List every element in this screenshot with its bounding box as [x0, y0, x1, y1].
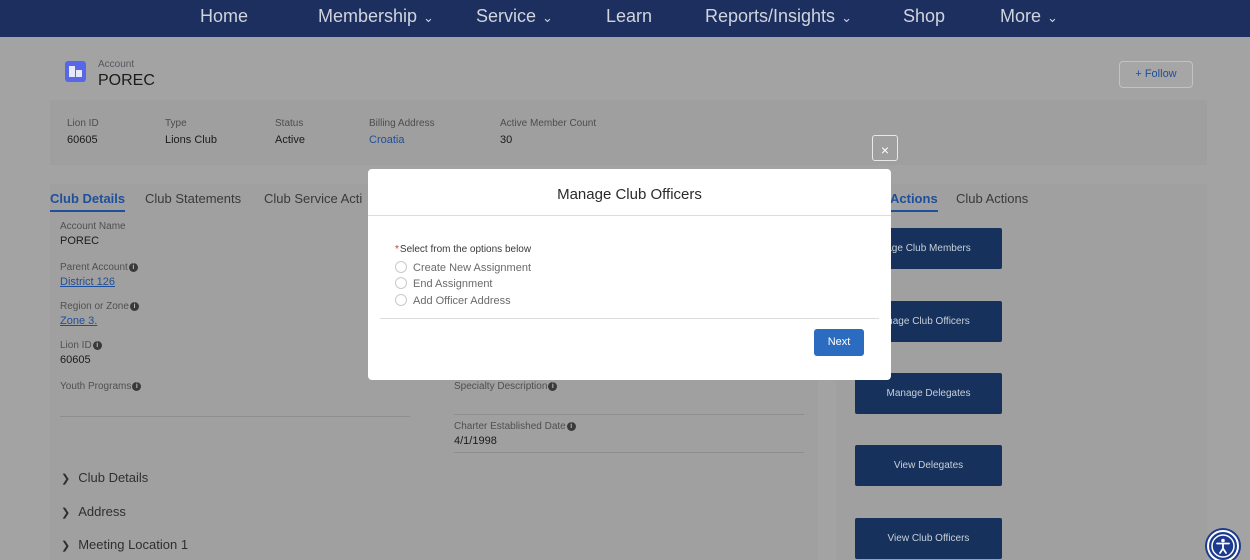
chevron-right-icon: ❯ [61, 473, 71, 485]
highlight-type: Type Lions Club [165, 118, 217, 146]
radio-button[interactable] [395, 277, 407, 289]
tab-club-actions[interactable]: Club Actions [956, 191, 1028, 206]
required-asterisk: * [395, 244, 399, 255]
nav-membership[interactable]: Membership ⌄ [318, 6, 434, 27]
section-address[interactable]: ❯ Address [61, 504, 126, 519]
section-meeting-location-1[interactable]: ❯ Meeting Location 1 [61, 537, 188, 552]
region-zone-link[interactable]: Zone 3. [60, 315, 420, 327]
field-parent-account: Parent Account i District 126 [60, 262, 420, 288]
field-specialty-description: Specialty Description i [454, 381, 804, 415]
tab-club-details[interactable]: Club Details [50, 191, 126, 212]
nav-reports[interactable]: Reports/Insights ⌄ [705, 6, 852, 27]
chevron-down-icon: ⌄ [423, 10, 434, 25]
section-club-details[interactable]: ❯ Club Details [61, 470, 148, 485]
divider [368, 215, 891, 216]
manage-club-officers-modal: Manage Club Officers *Select from the op… [368, 169, 891, 380]
radio-button[interactable] [395, 261, 407, 273]
info-icon[interactable]: i [129, 301, 139, 311]
close-icon[interactable]: × [872, 135, 898, 161]
divider [380, 318, 879, 319]
radio-button[interactable] [395, 294, 407, 306]
required-field-label: *Select from the options below [395, 244, 532, 255]
chevron-down-icon: ⌄ [841, 10, 852, 25]
tab-club-statements[interactable]: Club Statements [145, 191, 241, 206]
radio-create-new-assignment[interactable]: Create New Assignment [395, 261, 531, 274]
record-header: Account POREC + Follow [50, 52, 1207, 102]
nav-more[interactable]: More ⌄ [1000, 6, 1058, 27]
info-icon[interactable]: i [548, 381, 558, 391]
nav-service[interactable]: Service ⌄ [476, 6, 553, 27]
follow-button[interactable]: + Follow [1119, 61, 1193, 88]
actions-card: Actions Club Actions age Club Members na… [836, 184, 1207, 560]
next-button[interactable]: Next [814, 329, 864, 356]
field-lion-id: Lion ID i 60605 [60, 340, 420, 366]
nav-home[interactable]: Home [200, 6, 248, 27]
record-name: POREC [98, 72, 155, 89]
highlight-member-count: Active Member Count 30 [500, 118, 597, 146]
highlight-lion-id: Lion ID 60605 [67, 118, 99, 146]
nav-shop[interactable]: Shop [903, 6, 945, 27]
info-icon[interactable]: i [566, 421, 576, 431]
accessibility-icon[interactable] [1207, 530, 1239, 560]
top-nav: Home Membership ⌄ Service ⌄ Learn Reports/… [0, 0, 1250, 37]
object-label: Account [98, 59, 135, 70]
chevron-right-icon: ❯ [61, 507, 71, 519]
field-account-name: Account Name POREC [60, 221, 126, 247]
info-icon[interactable]: i [128, 262, 138, 272]
field-youth-programs: Youth Programs i [60, 381, 410, 417]
view-club-officers-button[interactable]: View Club Officers [855, 518, 1002, 559]
modal-title: Manage Club Officers [557, 186, 702, 203]
radio-end-assignment[interactable]: End Assignment [395, 277, 493, 290]
tab-club-service-activities[interactable]: Club Service Acti [264, 191, 362, 206]
chevron-down-icon: ⌄ [542, 10, 553, 25]
view-delegates-button[interactable]: View Delegates [855, 445, 1002, 486]
parent-account-link[interactable]: District 126 [60, 276, 420, 288]
billing-address-link[interactable]: Croatia [369, 134, 435, 146]
info-icon[interactable]: i [92, 340, 102, 350]
field-region-zone: Region or Zone i Zone 3. [60, 301, 420, 327]
tab-actions[interactable]: Actions [890, 191, 938, 212]
highlights-panel: Lion ID 60605 Type Lions Club Status Active… [50, 100, 1207, 165]
info-icon[interactable]: i [132, 381, 142, 391]
nav-learn[interactable]: Learn [606, 6, 652, 27]
account-icon [65, 61, 86, 82]
chevron-down-icon: ⌄ [1047, 10, 1058, 25]
radio-add-officer-address[interactable]: Add Officer Address [395, 294, 511, 307]
field-charter-date: Charter Established Date i 4/1/1998 [454, 421, 804, 453]
highlight-status: Status Active [275, 118, 305, 146]
chevron-right-icon: ❯ [61, 540, 71, 552]
highlight-billing-address: Billing Address Croatia [369, 118, 435, 146]
